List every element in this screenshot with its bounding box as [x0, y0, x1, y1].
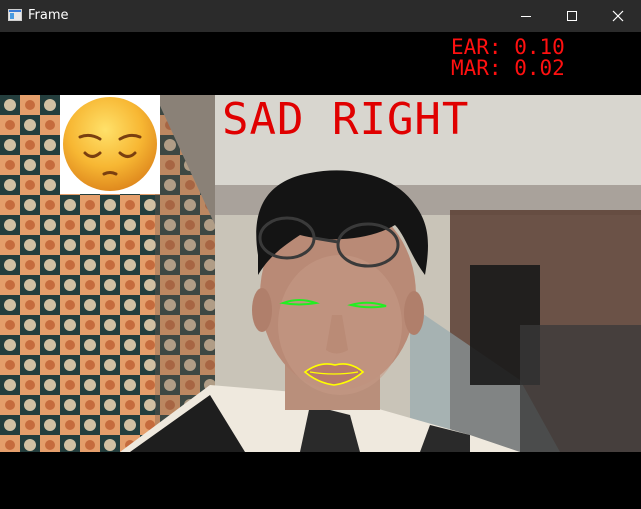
- emotion-emoji-panel: [60, 95, 160, 194]
- maximize-icon: [567, 11, 577, 21]
- window-app-icon: [8, 9, 22, 21]
- close-icon: [612, 10, 624, 22]
- minimize-icon: [521, 16, 531, 17]
- ear-readout: EAR: 0.10: [451, 35, 565, 59]
- opencv-window: Frame EAR: 0.10 MAR: 0.02 SAD RIGHT: [0, 0, 641, 509]
- maximize-button[interactable]: [549, 0, 595, 32]
- minimize-button[interactable]: [503, 0, 549, 32]
- mar-readout: MAR: 0.02: [451, 56, 565, 80]
- video-frame: EAR: 0.10 MAR: 0.02 SAD RIGHT: [0, 32, 641, 509]
- close-button[interactable]: [595, 0, 641, 32]
- title-bar[interactable]: Frame: [0, 0, 641, 32]
- emotion-label: SAD RIGHT: [222, 94, 470, 145]
- pensive-face-emoji: [63, 97, 157, 191]
- window-title: Frame: [28, 8, 69, 23]
